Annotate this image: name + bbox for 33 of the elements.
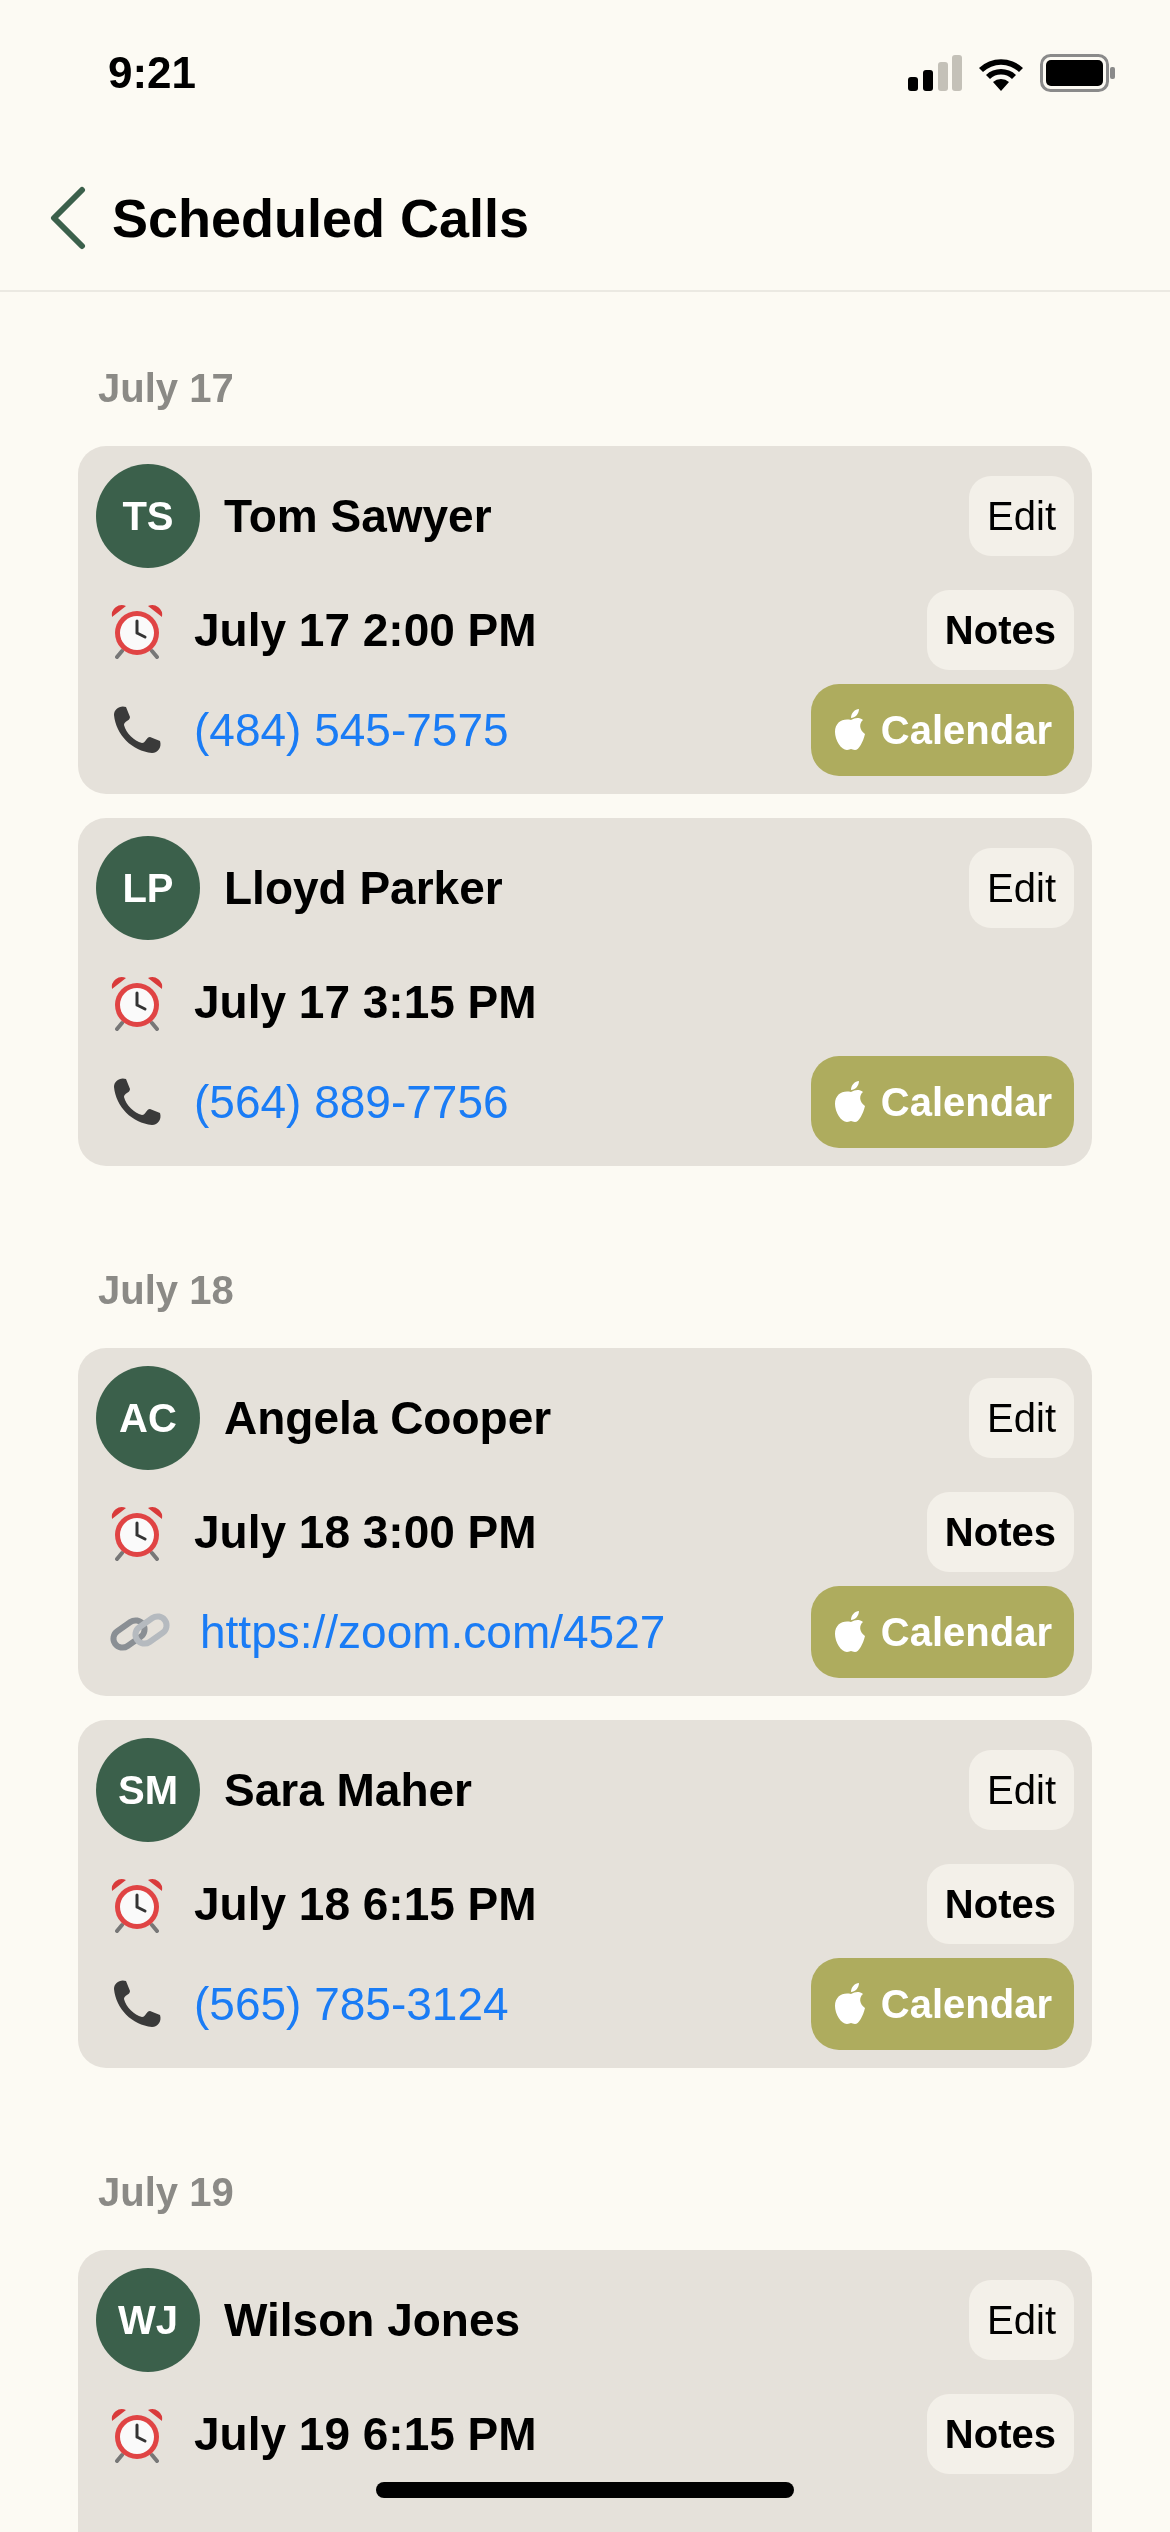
avatar: AC [96,1366,200,1470]
call-time: July 17 2:00 PM [194,602,537,658]
notes-button[interactable]: Notes [926,2394,1074,2474]
avatar: LP [96,836,200,940]
section-date: July 18 [97,1267,235,1314]
edit-button[interactable]: Edit [969,1378,1074,1458]
battery-icon [1040,54,1116,92]
avatar: SM [96,1738,200,1842]
avatar: TS [96,464,200,568]
call-time: July 19 6:15 PM [194,2406,537,2462]
signal-icon [908,55,962,91]
edit-button[interactable]: Edit [969,2280,1074,2360]
back-button[interactable] [48,186,88,250]
edit-button[interactable]: Edit [969,476,1074,556]
notes-button[interactable]: Notes [926,590,1074,670]
page-title: Scheduled Calls [112,186,530,250]
call-time: July 18 3:00 PM [194,1504,537,1560]
back-icon [48,186,88,250]
status-time: 9:21 [108,47,197,99]
call-time: July 17 3:15 PM [194,974,537,1030]
notes-button[interactable]: Notes [926,1492,1074,1572]
contact-name: Sara Maher [224,1762,472,1818]
contact-name: Wilson Jones [224,2292,521,2348]
contact-name: Tom Sawyer [224,488,492,544]
contact-name: Lloyd Parker [224,860,503,916]
notes-button[interactable]: Notes [926,1864,1074,1944]
call-time: July 18 6:15 PM [194,1876,537,1932]
avatar: WJ [96,2268,200,2372]
section-date: July 17 [97,365,235,412]
section-date: July 19 [97,2169,235,2216]
edit-button[interactable]: Edit [969,848,1074,928]
edit-button[interactable]: Edit [969,1750,1074,1830]
contact-name: Angela Cooper [224,1390,552,1446]
